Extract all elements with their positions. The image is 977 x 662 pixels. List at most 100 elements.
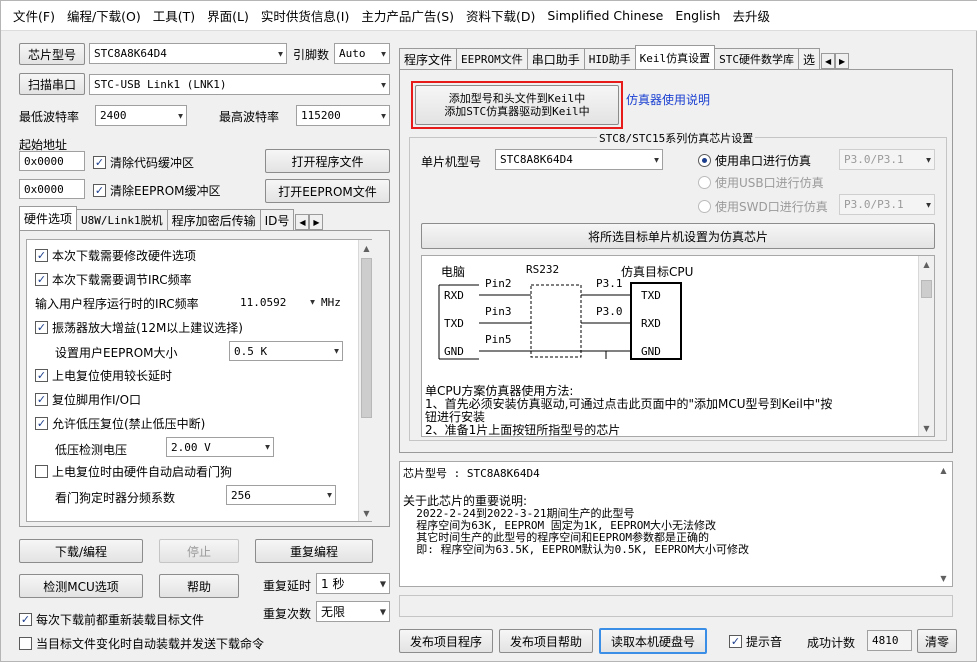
clear-code-label: 清除代码缓冲区	[110, 156, 195, 170]
menu-simplified-chinese[interactable]: Simplified Chinese	[541, 8, 669, 23]
menu-tools[interactable]: 工具(T)	[147, 6, 201, 25]
lv-voltage-value: 2.00 V	[171, 440, 211, 454]
long-delay-checkbox[interactable]: ✓ 上电复位使用较长延时	[35, 367, 172, 384]
tab-encrypt[interactable]: 程序加密后传输	[166, 209, 261, 230]
chevron-down-icon: ▼	[381, 49, 386, 58]
repeat-program-button[interactable]: 重复编程	[255, 539, 373, 563]
chevron-down-icon[interactable]: ▼	[919, 420, 934, 436]
osc-gain-checkbox[interactable]: ✓ 振荡器放大增益(12M以上建议选择)	[35, 319, 243, 336]
reset-io-checkbox[interactable]: ✓ 复位脚用作I/O口	[35, 391, 141, 408]
menu-english[interactable]: English	[669, 8, 726, 23]
chevron-right-icon[interactable]: ▶	[309, 214, 324, 230]
clear-count-button[interactable]: 清零	[917, 629, 957, 653]
read-hdd-button[interactable]: 读取本机硬盘号	[599, 628, 707, 654]
info-scrollbar[interactable]: ▲ ▼	[936, 462, 952, 586]
serial-emu-radio[interactable]: 使用串口进行仿真	[698, 152, 811, 169]
irc-unit: MHz	[321, 296, 341, 309]
chevron-right-icon[interactable]: ▶	[835, 53, 850, 69]
download-button[interactable]: 下载/编程	[19, 539, 143, 563]
tab-math-lib[interactable]: STC硬件数学库	[714, 48, 800, 69]
open-eeprom-button[interactable]: 打开EEPROM文件	[265, 179, 390, 203]
eeprom-addr-input[interactable]: 0x0000	[19, 179, 85, 199]
auto-wdt-checkbox[interactable]: 上电复位时由硬件自动启动看门狗	[35, 463, 232, 480]
add-to-keil-button[interactable]: 添加型号和头文件到Keil中 添加STC仿真器驱动到Keil中	[415, 85, 619, 125]
clear-eeprom-label: 清除EEPROM缓冲区	[110, 184, 221, 198]
stop-button[interactable]: 停止	[159, 539, 239, 563]
reload-checkbox[interactable]: ✓ 每次下载前都重新装载目标文件	[19, 611, 204, 628]
tab-eeprom-file[interactable]: EEPROM文件	[456, 48, 528, 69]
long-delay-label: 上电复位使用较长延时	[52, 369, 173, 383]
publish-help-button[interactable]: 发布项目帮助	[499, 629, 593, 653]
serial-pins-select[interactable]: P3.0/P3.1 ▼	[839, 149, 935, 170]
chevron-down-icon[interactable]: ▼	[936, 570, 951, 586]
instructions-scrollbar[interactable]: ▲ ▼	[918, 256, 934, 436]
diagram-gnd: GND	[444, 345, 464, 358]
mcu-type-select[interactable]: STC8A8K64D4 ▼	[495, 149, 663, 170]
chevron-left-icon[interactable]: ◀	[821, 53, 836, 69]
help-button[interactable]: 帮助	[159, 574, 239, 598]
options-scrollbar[interactable]: ▲ ▼	[358, 240, 374, 521]
menu-downloads[interactable]: 资料下载(D)	[460, 6, 541, 25]
port-select[interactable]: STC-USB Link1 (LNK1) ▼	[89, 74, 390, 95]
clear-eeprom-checkbox[interactable]: ✓ 清除EEPROM缓冲区	[93, 182, 221, 199]
chip-model-select[interactable]: STC8A8K64D4 ▼	[89, 43, 287, 64]
check-icon: ✓	[35, 321, 48, 334]
chevron-down-icon[interactable]: ▼	[359, 505, 374, 521]
scroll-thumb[interactable]	[361, 258, 372, 418]
max-baud-select[interactable]: 115200 ▼	[296, 105, 390, 126]
emulator-manual-link[interactable]: 仿真器使用说明	[626, 91, 710, 108]
menu-ads[interactable]: 主力产品广告(S)	[355, 6, 460, 25]
code-addr-input[interactable]: 0x0000	[19, 151, 85, 171]
chevron-up-icon[interactable]: ▲	[936, 462, 951, 478]
menu-program[interactable]: 编程/下载(O)	[61, 6, 147, 25]
swd-emu-radio[interactable]: 使用SWD口进行仿真	[698, 198, 828, 215]
irc-freq-select[interactable]: 11.0592 ▼	[236, 292, 318, 312]
modify-hw-checkbox[interactable]: ✓ 本次下载需要修改硬件选项	[35, 247, 196, 264]
detect-mcu-button[interactable]: 检测MCU选项	[19, 574, 143, 598]
tab-id[interactable]: ID号	[259, 209, 295, 230]
tab-keil-settings[interactable]: Keil仿真设置	[634, 45, 716, 69]
chevron-up-icon[interactable]: ▲	[919, 256, 934, 272]
tab-hid-helper[interactable]: HID助手	[583, 48, 636, 69]
check-icon: ✓	[35, 393, 48, 406]
beep-checkbox[interactable]: ✓ 提示音	[729, 633, 782, 650]
chip-model-button[interactable]: 芯片型号	[19, 43, 85, 65]
chevron-left-icon[interactable]: ◀	[295, 214, 310, 230]
chevron-down-icon: ▼	[379, 579, 386, 588]
auto-load-checkbox[interactable]: 当目标文件变化时自动装载并发送下载命令	[19, 635, 264, 652]
tab-serial-helper[interactable]: 串口助手	[526, 48, 585, 69]
menu-supply[interactable]: 实时供货信息(I)	[255, 6, 355, 25]
lv-voltage-select[interactable]: 2.00 V ▼	[166, 437, 274, 457]
swd-pins-select[interactable]: P3.0/P3.1 ▼	[839, 194, 935, 215]
tab-offline[interactable]: U8W/Link1脱机	[76, 209, 168, 230]
pins-select[interactable]: Auto ▼	[334, 43, 390, 64]
open-program-button[interactable]: 打开程序文件	[265, 149, 390, 173]
wdt-div-select[interactable]: 256 ▼	[226, 485, 336, 505]
publish-program-button[interactable]: 发布项目程序	[399, 629, 493, 653]
usb-emu-radio[interactable]: 使用USB口进行仿真	[698, 174, 824, 191]
scroll-thumb[interactable]	[921, 280, 932, 298]
check-empty-icon	[19, 637, 32, 650]
success-count-value: 4810	[867, 630, 912, 651]
modify-hw-label: 本次下载需要修改硬件选项	[52, 249, 197, 263]
set-emu-chip-button[interactable]: 将所选目标单片机设置为仿真芯片	[421, 223, 935, 249]
eeprom-size-select[interactable]: 0.5 K ▼	[229, 341, 343, 361]
repeat-delay-select[interactable]: 1 秒 ▼	[316, 573, 390, 594]
clear-code-checkbox[interactable]: ✓ 清除代码缓冲区	[93, 154, 194, 171]
adjust-irc-checkbox[interactable]: ✓ 本次下载需要调节IRC频率	[35, 271, 192, 288]
min-baud-select[interactable]: 2400 ▼	[95, 105, 187, 126]
swd-pins-value: P3.0/P3.1	[844, 198, 904, 211]
chevron-up-icon[interactable]: ▲	[359, 240, 374, 256]
scan-port-button[interactable]: 扫描串口	[19, 73, 85, 95]
tab-program-file[interactable]: 程序文件	[399, 48, 458, 69]
repeat-count-select[interactable]: 无限 ▼	[316, 601, 390, 622]
menu-file[interactable]: 文件(F)	[7, 6, 61, 25]
menu-upgrade[interactable]: 去升级	[726, 6, 776, 25]
tab-hardware[interactable]: 硬件选项	[19, 206, 78, 230]
lv-reset-checkbox[interactable]: ✓ 允许低压复位(禁止低压中断)	[35, 415, 205, 432]
chevron-down-icon: ▼	[278, 49, 283, 58]
diagram-txd: TXD	[444, 317, 464, 330]
tab-more[interactable]: 选	[798, 48, 821, 69]
menu-ui[interactable]: 界面(L)	[201, 6, 255, 25]
auto-wdt-label: 上电复位时由硬件自动启动看门狗	[52, 465, 233, 479]
